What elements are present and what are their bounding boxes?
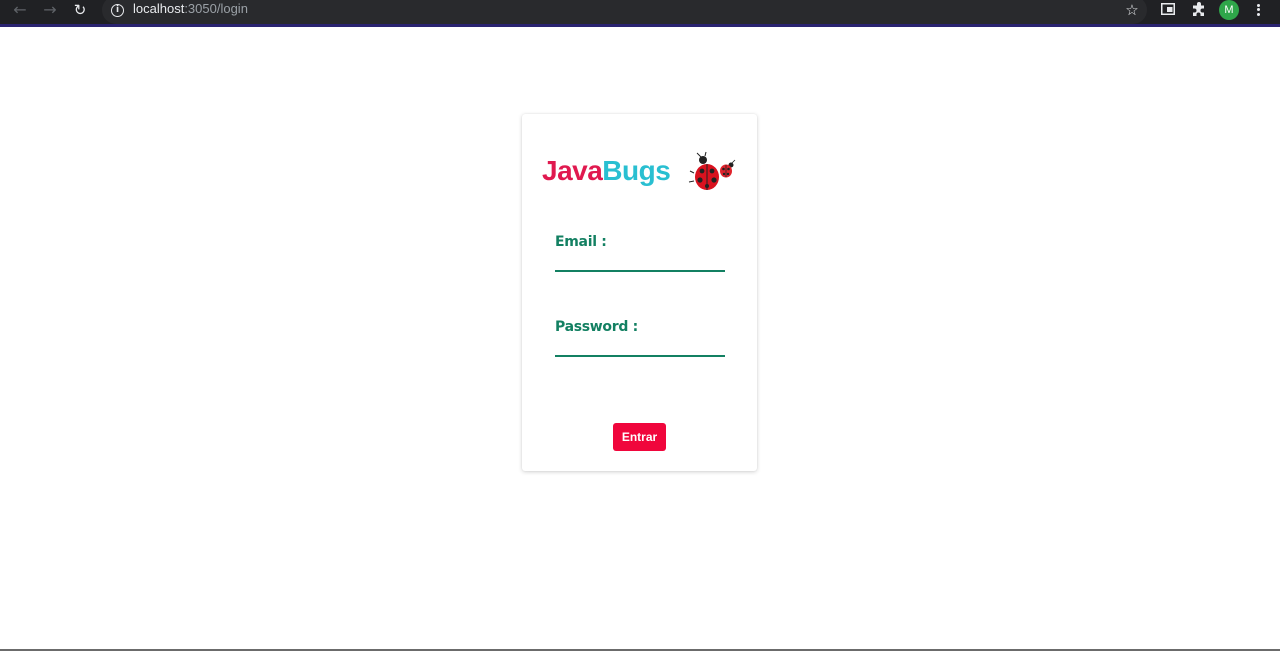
password-field[interactable] <box>555 337 725 357</box>
back-arrow-icon[interactable]: ← <box>10 0 30 20</box>
browser-toolbar: ← → ↻ i localhost:3050/login ☆ M <box>0 0 1280 27</box>
extensions-icon[interactable] <box>1191 2 1207 18</box>
info-icon[interactable]: i <box>111 4 124 17</box>
reload-icon[interactable]: ↻ <box>70 0 90 20</box>
url-text[interactable]: localhost:3050/login <box>133 1 248 16</box>
profile-avatar[interactable]: M <box>1219 0 1239 20</box>
ladybug-icon <box>688 151 736 190</box>
email-field[interactable] <box>555 252 725 272</box>
login-card: JavaBugs Email: Password: Entrar <box>522 114 757 471</box>
email-label: Email : <box>555 234 607 250</box>
tab-search-icon[interactable] <box>1161 3 1175 15</box>
logo-java-text: Java <box>542 155 603 186</box>
url-path: :3050/login <box>184 1 248 16</box>
javabugs-logo: JavaBugs <box>542 151 742 197</box>
password-label: Password : <box>555 319 638 335</box>
logo-text: JavaBugs <box>542 155 671 187</box>
login-submit-button[interactable]: Entrar <box>613 423 666 451</box>
menu-icon[interactable] <box>1252 2 1264 18</box>
forward-arrow-icon[interactable]: → <box>40 0 60 20</box>
star-icon[interactable]: ☆ <box>1122 0 1142 20</box>
address-bar[interactable]: i localhost:3050/login <box>102 0 1147 24</box>
logo-bugs-text: Bugs <box>602 155 671 186</box>
url-host: localhost <box>133 1 185 16</box>
